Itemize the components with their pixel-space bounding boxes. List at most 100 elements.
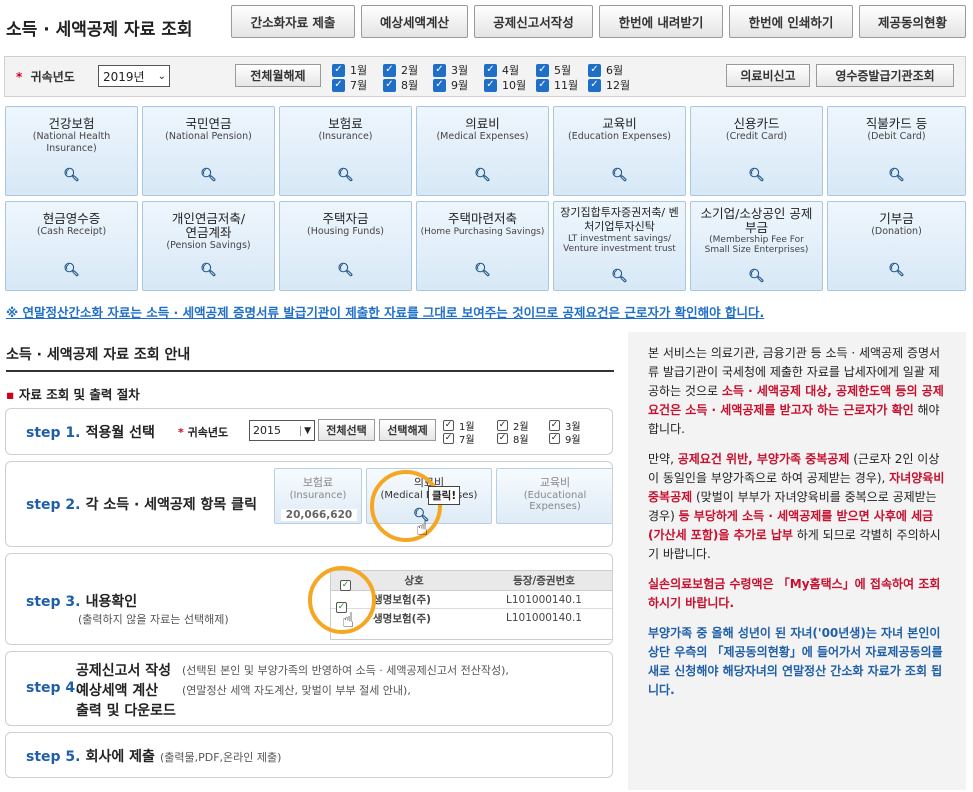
month-checkbox-4[interactable]: ✓ 4월 (484, 62, 519, 78)
tile-credit-card[interactable]: 신용카드 (Credit Card) 🔍︎ (690, 106, 823, 196)
tile-home-purchasing-savings[interactable]: 주택마련저축 (Home Purchasing Savings) 🔍︎ (416, 201, 549, 291)
tile-debit-card[interactable]: 직불카드 등 (Debit Card) 🔍︎ (827, 106, 966, 196)
step-1-month: ✓ 8월 (497, 433, 529, 446)
month-checkbox-3[interactable]: ✓ 3월 (433, 62, 468, 78)
step-4-number: step 4. (26, 680, 81, 696)
step-3-heading: step 3. 내용확인 (26, 594, 138, 610)
divider (6, 370, 614, 372)
search-icon: 🔍︎ (200, 168, 217, 183)
checkbox-checked-icon: ✓ (433, 63, 446, 77)
month-checkbox-1[interactable]: ✓ 1월 (332, 62, 367, 78)
checkbox-checked-icon: ✓ (383, 63, 396, 77)
month-checkbox-10[interactable]: ✓ 10월 (484, 77, 526, 93)
tile-cash-receipt[interactable]: 현금영수증 (Cash Receipt) 🔍︎ (5, 201, 138, 291)
tile-label: 국민연금 (185, 116, 232, 131)
toggle-all-months-button[interactable]: 전체월해제 (235, 64, 321, 87)
tile-sublabel: (Education Expenses) (568, 131, 671, 142)
guide-title: 소득 · 세액공제 자료 조회 안내 (6, 347, 191, 363)
tile-insurance[interactable]: 보험료 (Insurance) 🔍︎ (279, 106, 412, 196)
step-1-year-select: 2015 ▼ (249, 420, 315, 441)
tile-sublabel: (National Pension) (165, 131, 252, 142)
tile-label: 주택마련저축 (447, 211, 517, 226)
tile-sublabel: (National Health Insurance) (32, 131, 111, 154)
search-icon: 🔍︎ (63, 168, 80, 183)
info-paragraph-1: 본 서비스는 의료기관, 금융기관 등 소득 · 세액공제 증명서류 발급기관이… (648, 346, 944, 436)
step-3-panel: step 3. 내용확인 (출력하지 않을 자료는 선택해제) 상호 등장/증권… (5, 553, 613, 645)
search-icon: 🔍︎ (748, 168, 765, 183)
step-2-insurance-tile: 보험료 (Insurance) 20,066,620 (274, 468, 362, 524)
checkbox-checked-icon: ✓ (536, 63, 549, 77)
hand-pointer-icon: ☝ (416, 516, 429, 540)
tile-health-insurance[interactable]: 건강보험 (National Health Insurance) 🔍︎ (5, 106, 138, 196)
tile-label: 장기집합투자증권저축/ 벤처기업투자신탁 (560, 206, 679, 233)
tile-label: 교육비 (602, 116, 637, 131)
checkbox-checked-icon: ✓ (332, 78, 345, 92)
search-icon: 🔍︎ (888, 168, 905, 183)
deduction-notice: ※ 연말정산간소화 자료는 소득 · 세액공제 증명서류 발급기관이 제출한 자… (6, 305, 765, 320)
receipt-issuer-lookup-button[interactable]: 영수증발급기관조회 (816, 64, 954, 87)
step-2-heading: step 2. 각 소득 · 세액공제 항목 클릭 (26, 497, 257, 513)
tile-sublabel: (Pension Savings) (166, 240, 251, 251)
medical-report-button[interactable]: 의료비신고 (726, 64, 810, 87)
month-checkbox-8[interactable]: ✓ 8월 (383, 77, 418, 93)
tile-sublabel: (Membership Fee For Small Size Enterpris… (704, 235, 809, 255)
submit-simplified-data-button[interactable]: 간소화자료 제출 (231, 5, 355, 38)
step-3-subtext: (출력하지 않을 자료는 선택해제) (78, 613, 229, 626)
step-1-month: ✓ 9월 (549, 433, 581, 446)
step-1-deselect-button: 선택해제 (379, 419, 436, 441)
tile-label: 소기업/소상공인 공제부금 (700, 206, 813, 235)
tile-national-pension[interactable]: 국민연금 (National Pension) 🔍︎ (142, 106, 275, 196)
tile-label: 건강보험 (48, 116, 95, 131)
tile-label: 주택자금 (322, 211, 369, 226)
procedure-title: ▪ 자료 조회 및 출력 절차 (6, 387, 140, 402)
tile-medical-expenses[interactable]: 의료비 (Medical Expenses) 🔍︎ (416, 106, 549, 196)
download-all-button[interactable]: 한번에 내려받기 (599, 5, 723, 38)
consent-status-button[interactable]: 제공동의현황 (859, 5, 966, 38)
month-checkbox-9[interactable]: ✓ 9월 (433, 77, 468, 93)
tile-label: 개인연금저축/ 연금계좌 (171, 211, 246, 240)
tile-sublabel: (Debit Card) (867, 131, 926, 142)
info-paragraph-4: 부양가족 중 올해 성년이 된 자녀('00년생)는 자녀 본인이 상단 우측의… (648, 626, 943, 697)
click-tooltip: 클릭! (428, 486, 461, 505)
month-checkbox-2[interactable]: ✓ 2월 (383, 62, 418, 78)
estimated-tax-button[interactable]: 예상세액계산 (361, 5, 468, 38)
month-checkbox-5[interactable]: ✓ 5월 (536, 62, 571, 78)
search-icon: 🔍︎ (748, 269, 765, 284)
step-5-panel: step 5. 회사에 제출 (출력물,PDF,온라인 제출) (5, 732, 613, 778)
step-1-select-all-button: 전체선택 (318, 419, 375, 441)
tile-sublabel: (Donation) (871, 226, 922, 237)
tile-donation[interactable]: 기부금 (Donation) 🔍︎ (827, 201, 966, 291)
tile-sublabel: (Cash Receipt) (36, 226, 107, 237)
step-1-month: ✓ 7월 (443, 433, 475, 446)
tile-housing-funds[interactable]: 주택자금 (Housing Funds) 🔍︎ (279, 201, 412, 291)
month-checkbox-12[interactable]: ✓ 12월 (588, 77, 630, 93)
tile-label: 현금영수증 (42, 211, 101, 226)
month-checkbox-7[interactable]: ✓ 7월 (332, 77, 367, 93)
checkbox-checked-icon: ✓ (332, 63, 345, 77)
step-4-line-1: 공제신고서 작성 (76, 663, 172, 679)
step-4-line-2: 예상세액 계산 (76, 683, 159, 699)
checkbox-checked-icon: ✓ (588, 78, 601, 92)
step-1-year-label: * 귀속년도 (178, 426, 229, 439)
month-checkbox-6[interactable]: ✓ 6월 (588, 62, 623, 78)
tile-lt-investment-savings[interactable]: 장기집합투자증권저축/ 벤처기업투자신탁 LT investment saving… (553, 201, 686, 291)
tile-pension-savings[interactable]: 개인연금저축/ 연금계좌 (Pension Savings) 🔍︎ (142, 201, 275, 291)
step-4-line-3: 출력 및 다운로드 (76, 703, 176, 719)
step-1-heading: step 1. 적용월 선택 (26, 425, 155, 441)
search-icon: 🔍︎ (888, 263, 905, 278)
hand-pointer-icon: ☝ (342, 608, 355, 632)
search-icon: 🔍︎ (611, 269, 628, 284)
tile-label: 직불카드 등 (865, 116, 928, 131)
step-5-heading: step 5. 회사에 제출 (출력물,PDF,온라인 제출) (26, 749, 282, 765)
search-icon: 🔍︎ (337, 168, 354, 183)
deduction-form-button[interactable]: 공제신고서작성 (474, 5, 593, 38)
tile-small-enterprise-mutual-aid[interactable]: 소기업/소상공인 공제부금 (Membership Fee For Small S… (690, 201, 823, 291)
checkbox-checked-icon: ✓ (433, 78, 446, 92)
year-select[interactable]: 2019년 ⌄ (98, 65, 170, 87)
month-checkbox-11[interactable]: ✓ 11월 (536, 77, 578, 93)
checkbox-checked-icon: ✓ (536, 78, 549, 92)
search-icon: 🔍︎ (611, 168, 628, 183)
tile-education-expenses[interactable]: 교육비 (Education Expenses) 🔍︎ (553, 106, 686, 196)
tile-sublabel: (Home Purchasing Savings) (420, 227, 545, 237)
print-all-button[interactable]: 한번에 인쇄하기 (729, 5, 853, 38)
